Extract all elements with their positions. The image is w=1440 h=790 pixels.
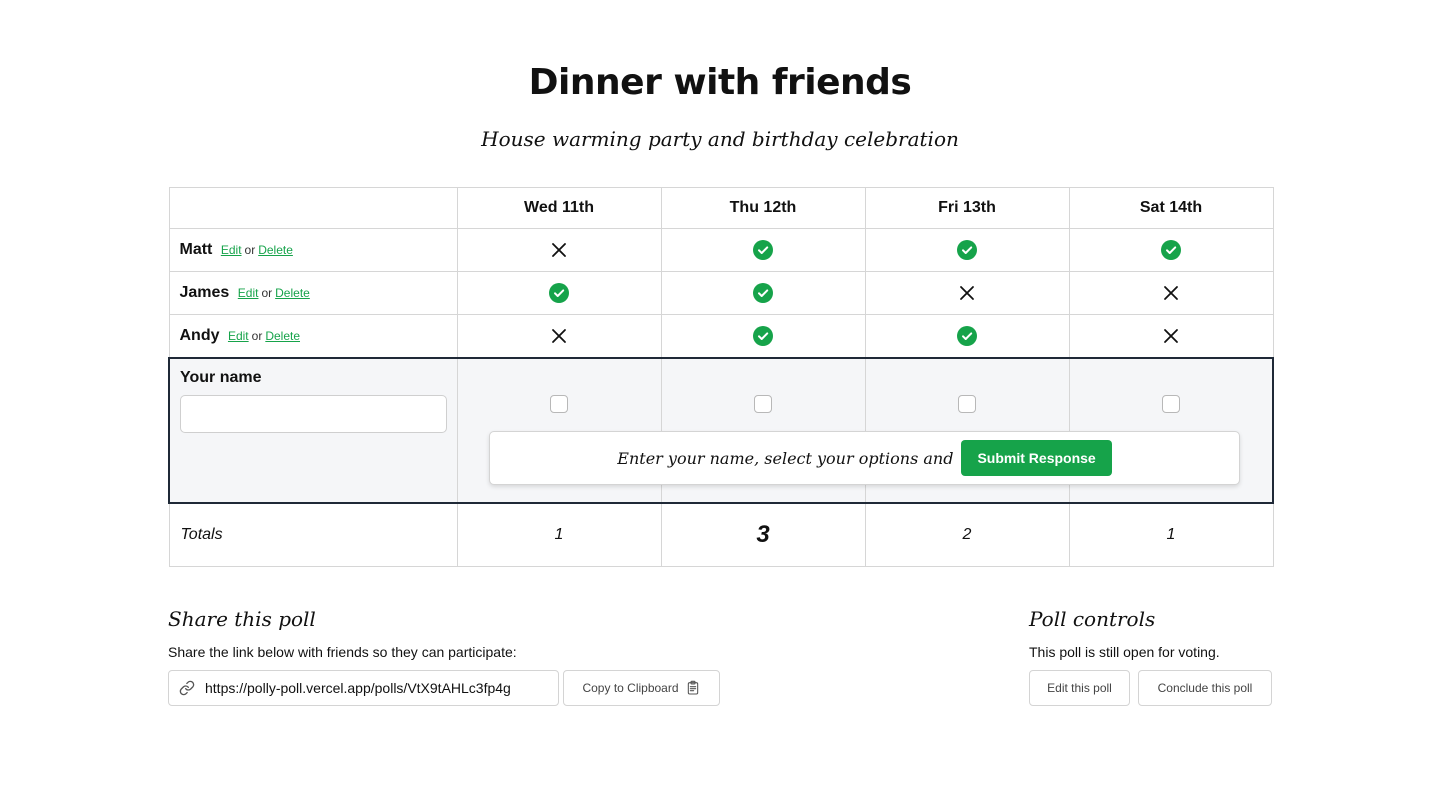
option-checkbox[interactable]: [550, 394, 568, 413]
vote-cell: [660, 271, 866, 315]
vote-cell: [660, 228, 866, 272]
cross-icon: [1161, 283, 1181, 303]
check-icon: [753, 283, 773, 303]
or-text: or: [261, 286, 273, 300]
poll-controls-heading: Poll controls: [1029, 607, 1156, 631]
share-url-field[interactable]: https://polly-poll.vercel.app/polls/VtX9…: [168, 670, 559, 706]
edit-link[interactable]: Edit: [221, 243, 242, 257]
poll-table: Wed 11th Thu 12th Fri 13th Sat 14th Matt…: [168, 187, 1274, 567]
cross-icon: [957, 283, 977, 303]
total-value: 1: [1068, 502, 1274, 567]
check-icon: [957, 240, 977, 260]
copy-to-clipboard-button[interactable]: Copy to Clipboard: [563, 670, 720, 706]
participant-row: James Edit or Delete: [168, 271, 1274, 315]
participant-row: Matt Edit or Delete: [168, 228, 1274, 272]
share-description: Share the link below with friends so the…: [168, 644, 517, 660]
submit-response-button[interactable]: Submit Response: [961, 440, 1112, 476]
poll-subtitle: House warming party and birthday celebra…: [481, 127, 959, 151]
check-icon: [753, 325, 773, 346]
date-header-row: Wed 11th Thu 12th Fri 13th Sat 14th: [168, 187, 1274, 229]
vote-cell: [864, 271, 1070, 315]
date-header: Sat 14th: [1068, 187, 1274, 229]
check-icon: [549, 283, 569, 303]
delete-link[interactable]: Delete: [265, 329, 300, 343]
or-text: or: [251, 328, 263, 343]
option-checkbox[interactable]: [754, 394, 772, 413]
name-entry-cell: Your name: [168, 356, 458, 504]
check-icon: [957, 325, 977, 346]
check-icon: [1161, 240, 1181, 260]
vote-cell: [1068, 314, 1274, 358]
check-icon: [753, 240, 773, 260]
copy-label: Copy to Clipboard: [582, 681, 679, 695]
option-checkbox[interactable]: [1161, 394, 1180, 413]
vote-cell: [1068, 271, 1274, 315]
vote-cell: [864, 228, 1070, 272]
vote-cell: [456, 228, 662, 272]
share-url: https://polly-poll.vercel.app/polls/VtX9…: [205, 680, 511, 696]
poll-title: Dinner with friends: [528, 62, 912, 103]
cross-icon: [549, 240, 569, 260]
edit-link[interactable]: Edit: [228, 329, 249, 343]
participant-cell: Andy Edit or Delete: [168, 314, 458, 358]
submit-panel: Enter your name, select your options and…: [489, 431, 1240, 485]
option-checkbox[interactable]: [958, 394, 976, 413]
vote-cell: [456, 314, 662, 358]
edit-link[interactable]: Edit: [238, 286, 259, 300]
participant-cell: James Edit or Delete: [168, 271, 458, 315]
total-value: 2: [864, 502, 1070, 567]
total-value: 1: [456, 502, 662, 567]
participant-row: Andy Edit or Delete: [168, 314, 1274, 358]
totals-row: Totals 1 3 2 1: [168, 502, 1274, 567]
date-header: Thu 12th: [660, 187, 866, 229]
submit-prompt: Enter your name, select your options and: [617, 448, 954, 468]
vote-cell: [456, 271, 662, 315]
date-header: Wed 11th: [456, 187, 662, 229]
share-heading: Share this poll: [168, 607, 316, 631]
total-value: 3: [660, 502, 866, 567]
vote-cell: [660, 314, 866, 358]
cross-icon: [1161, 326, 1181, 346]
participant-name: Matt: [179, 241, 213, 258]
cross-icon: [549, 326, 569, 346]
clipboard-icon: [687, 680, 698, 695]
participant-name: James: [179, 284, 230, 301]
participant-name: Andy: [179, 326, 220, 344]
vote-cell: [864, 314, 1070, 358]
header-corner: [168, 187, 458, 229]
link-icon: [179, 680, 195, 696]
participant-cell: Matt Edit or Delete: [168, 228, 458, 272]
delete-link[interactable]: Delete: [275, 286, 310, 300]
poll-status-text: This poll is still open for voting.: [1029, 644, 1220, 660]
your-name-input[interactable]: [180, 394, 447, 433]
delete-link[interactable]: Delete: [258, 243, 293, 257]
vote-cell: [1068, 228, 1274, 272]
date-header: Fri 13th: [864, 187, 1070, 229]
totals-label: Totals: [168, 502, 458, 567]
conclude-poll-button[interactable]: Conclude this poll: [1138, 670, 1272, 706]
edit-poll-button[interactable]: Edit this poll: [1029, 670, 1130, 706]
your-name-label: Your name: [180, 368, 262, 386]
or-text: or: [244, 243, 256, 257]
